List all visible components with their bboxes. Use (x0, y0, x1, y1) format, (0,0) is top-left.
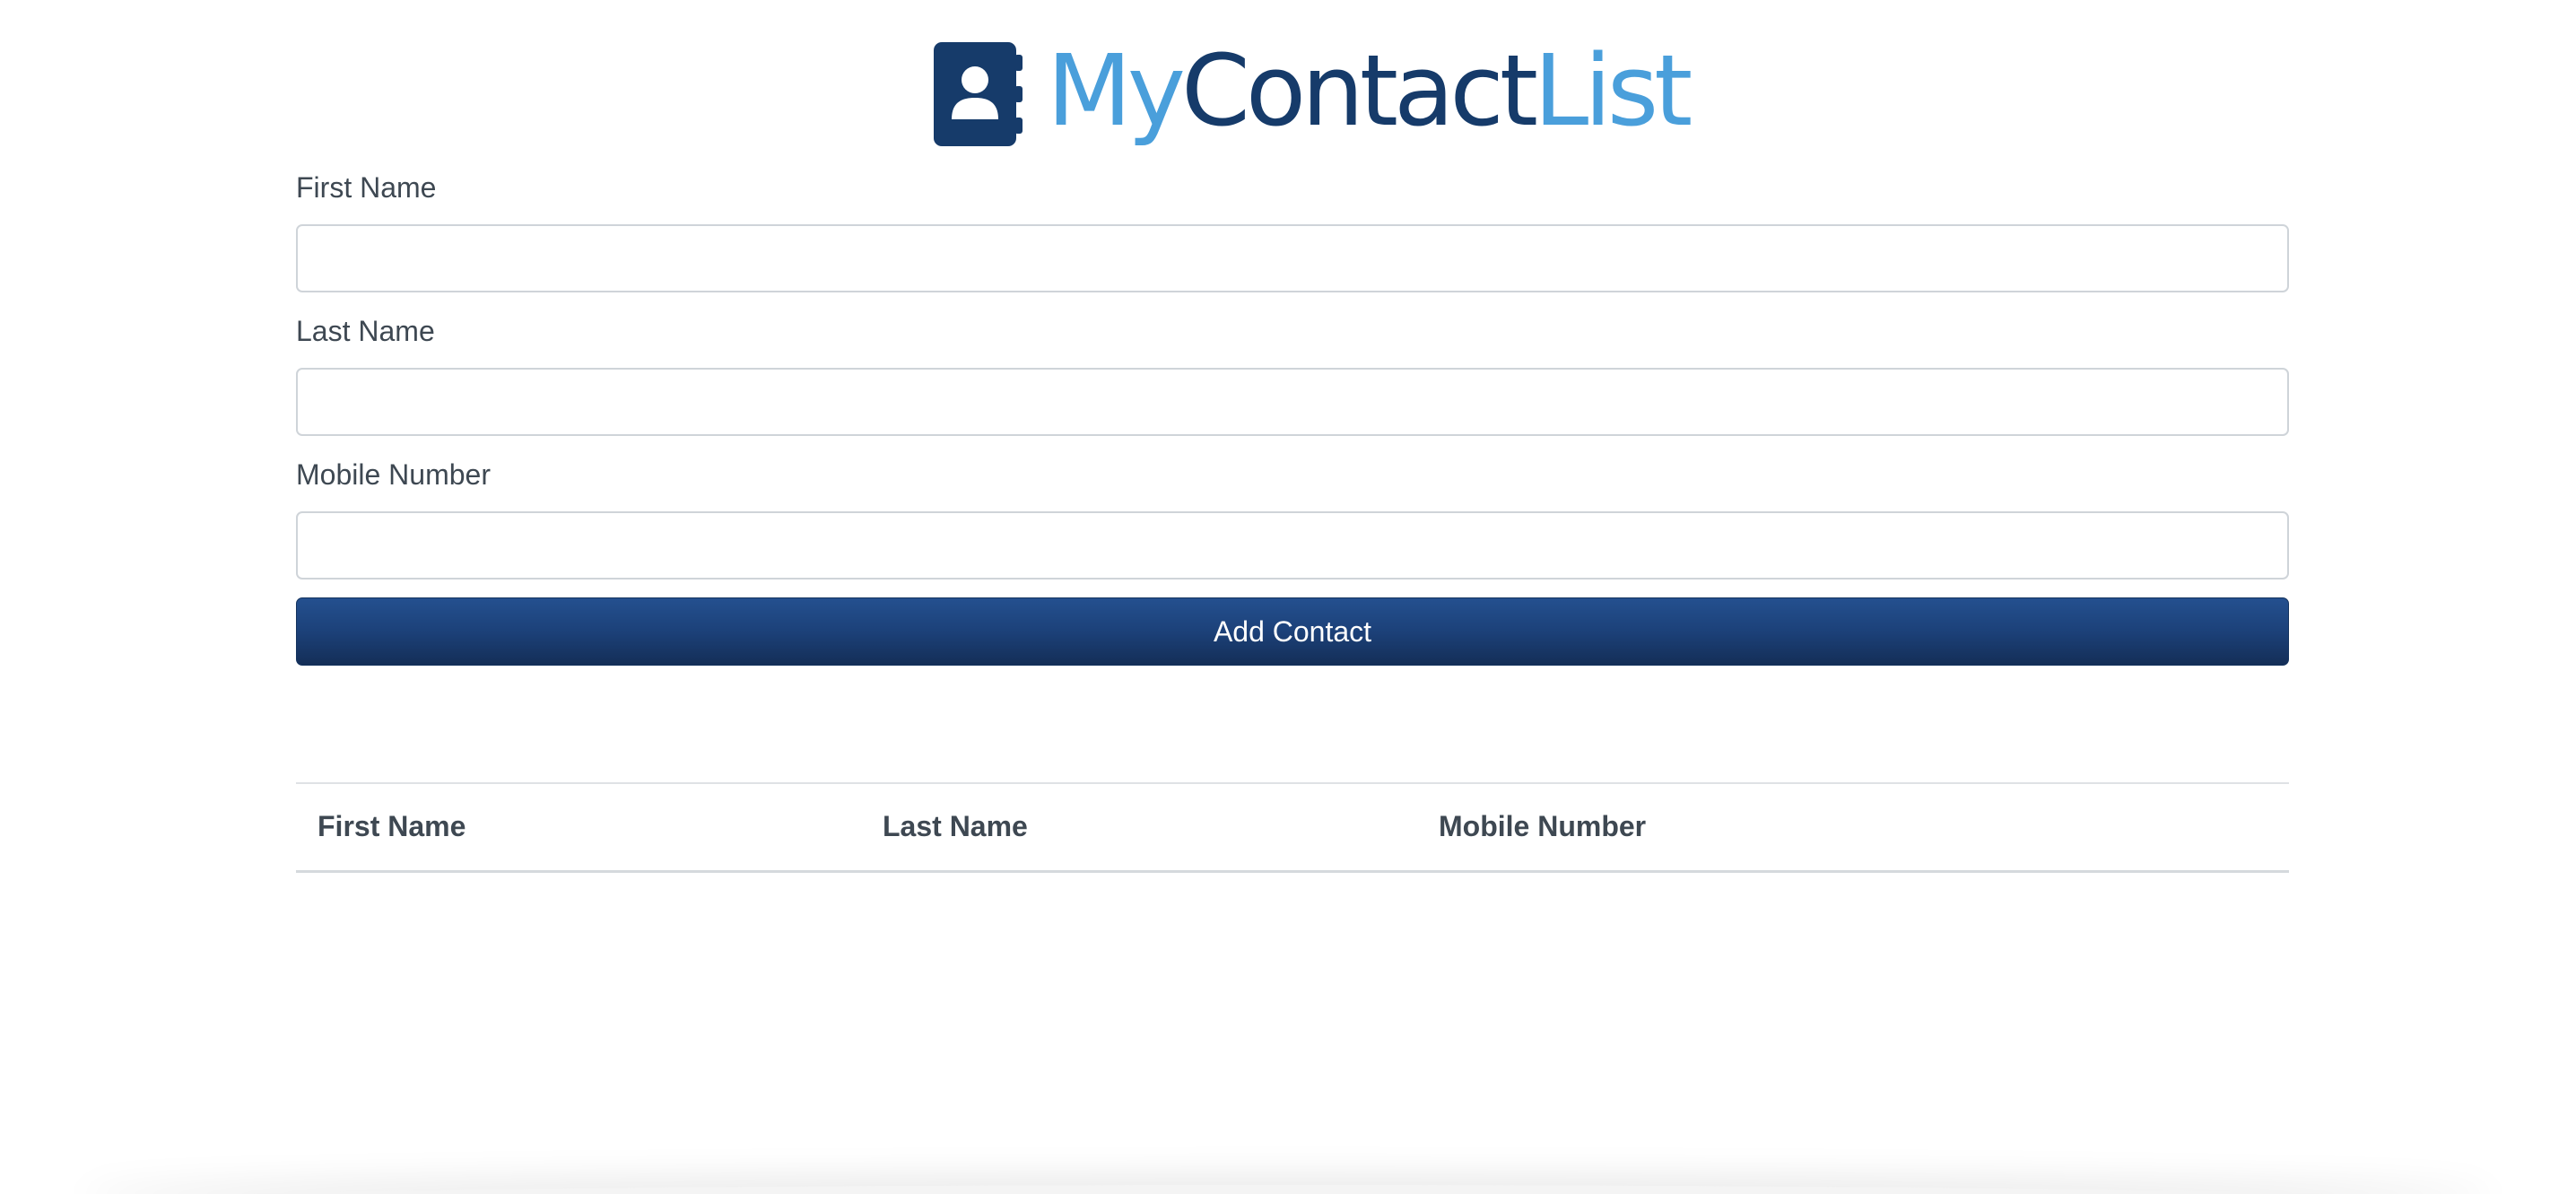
mobile-number-label: Mobile Number (296, 458, 491, 491)
address-book-icon (934, 42, 1023, 146)
first-name-input[interactable] (296, 224, 2289, 292)
column-header-last-name: Last Name (883, 810, 1028, 843)
add-contact-form: First Name Last Name Mobile Number Add C… (296, 167, 2289, 666)
contacts-table-header: First Name Last Name Mobile Number (296, 783, 2289, 871)
first-name-label: First Name (296, 171, 437, 204)
page: MyContactList First Name Last Name Mobil… (0, 0, 2576, 1194)
column-header-mobile-number: Mobile Number (1439, 810, 1647, 843)
last-name-label: Last Name (296, 315, 435, 347)
last-name-group: Last Name (296, 310, 2289, 436)
column-header-first-name: First Name (318, 810, 466, 843)
app-title: MyContactList (1047, 41, 1693, 140)
first-name-group: First Name (296, 167, 2289, 292)
bottom-shadow (81, 1185, 2495, 1194)
table-header-row: First Name Last Name Mobile Number (296, 783, 2289, 871)
add-contact-button[interactable]: Add Contact (296, 597, 2289, 666)
mobile-number-group: Mobile Number (296, 454, 2289, 580)
mobile-number-input[interactable] (296, 511, 2289, 580)
logo-text-list: List (1533, 33, 1693, 148)
logo-text-contact: Contact (1181, 33, 1538, 148)
contacts-table: First Name Last Name Mobile Number (296, 782, 2289, 873)
last-name-input[interactable] (296, 368, 2289, 436)
app-logo: MyContactList (934, 36, 1693, 153)
logo-text-my: My (1047, 33, 1186, 148)
